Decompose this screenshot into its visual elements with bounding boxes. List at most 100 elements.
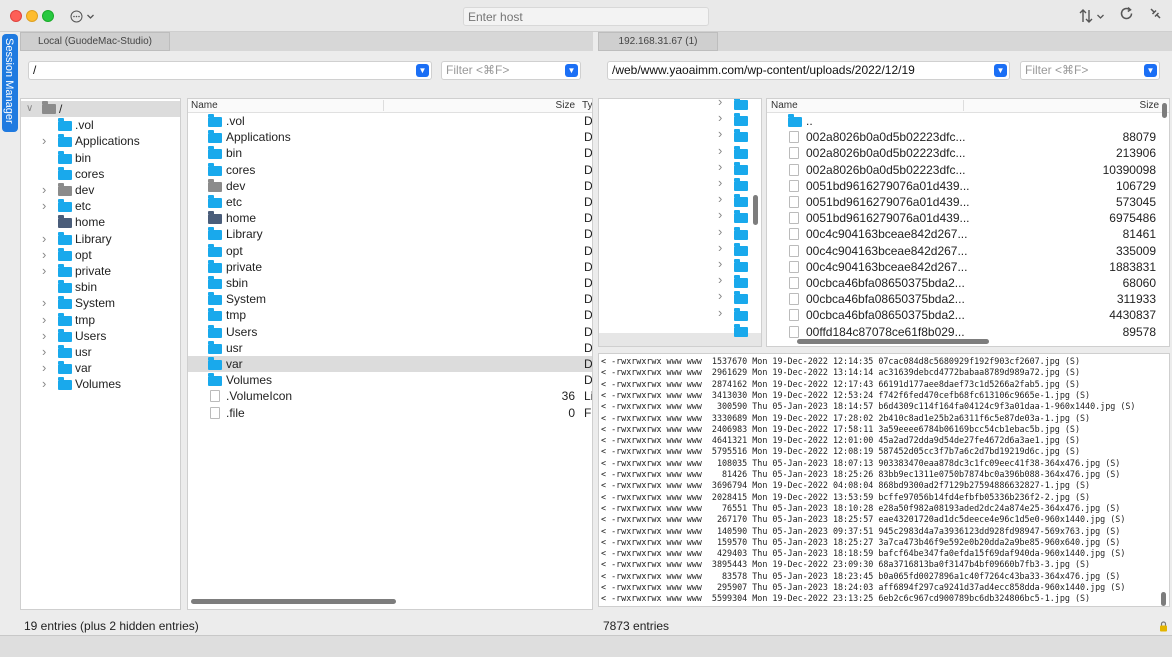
tree-item[interactable]: › Volumes: [21, 376, 180, 392]
file-row[interactable]: 00cbca46bfa08650375bda2... 4430837: [767, 307, 1169, 323]
folder-icon[interactable]: [734, 291, 748, 305]
column-header-size[interactable]: Size: [1119, 99, 1159, 112]
chevron-right-icon[interactable]: ›: [42, 247, 46, 263]
chevron-right-icon[interactable]: ›: [718, 143, 722, 158]
file-row[interactable]: Volumes D: [188, 372, 592, 388]
tree-item[interactable]: › usr: [21, 344, 180, 360]
chevron-right-icon[interactable]: ›: [42, 295, 46, 311]
file-row[interactable]: home D: [188, 210, 592, 226]
folder-icon[interactable]: [734, 307, 748, 321]
folder-icon[interactable]: [734, 178, 748, 191]
file-row[interactable]: private D: [188, 259, 592, 275]
folder-icon[interactable]: [734, 259, 748, 272]
vertical-scrollbar[interactable]: [1161, 592, 1166, 606]
chevron-right-icon[interactable]: ›: [42, 133, 46, 149]
file-row[interactable]: 00c4c904163bceae842d267... 335009: [767, 243, 1169, 259]
tree-item[interactable]: home: [21, 214, 180, 230]
vertical-scrollbar[interactable]: [753, 195, 758, 225]
chevron-right-icon[interactable]: ›: [718, 288, 722, 303]
chevron-down-icon[interactable]: ▼: [416, 64, 429, 77]
file-row[interactable]: tmp D: [188, 307, 592, 323]
file-row[interactable]: 0051bd9616279076a01d439... 573045: [767, 194, 1169, 210]
chevron-down-icon[interactable]: ∨: [26, 101, 33, 117]
horizontal-scrollbar[interactable]: [797, 339, 989, 344]
file-row[interactable]: opt D: [188, 243, 592, 259]
folder-icon[interactable]: [734, 323, 748, 337]
tree-item[interactable]: › tmp: [21, 312, 180, 328]
tree-item[interactable]: › var: [21, 360, 180, 376]
chevron-right-icon[interactable]: ›: [42, 231, 46, 247]
file-row[interactable]: 002a8026b0a0d5b02223dfc... 88079: [767, 129, 1169, 145]
file-row[interactable]: .file 0 Fi: [188, 405, 592, 421]
tree-item[interactable]: .vol: [21, 117, 180, 133]
chevron-right-icon[interactable]: ›: [42, 312, 46, 328]
chevron-right-icon[interactable]: ›: [718, 191, 722, 206]
connect-button[interactable]: [1148, 6, 1163, 26]
file-row[interactable]: .vol D: [188, 113, 592, 129]
chevron-right-icon[interactable]: ›: [718, 99, 722, 109]
refresh-button[interactable]: [1119, 6, 1134, 26]
chevron-down-icon[interactable]: ▼: [1144, 64, 1157, 77]
transfer-log[interactable]: < -rwxrwxrwx www www 1537670 Mon 19-Dec-…: [598, 353, 1170, 607]
chevron-right-icon[interactable]: ›: [718, 159, 722, 174]
horizontal-scrollbar[interactable]: [191, 599, 396, 604]
column-header-name[interactable]: Name: [191, 99, 218, 112]
chevron-right-icon[interactable]: ›: [718, 224, 722, 239]
file-row[interactable]: 002a8026b0a0d5b02223dfc... 213906: [767, 145, 1169, 161]
tree-item[interactable]: › opt: [21, 247, 180, 263]
column-divider[interactable]: [963, 100, 964, 111]
remote-file-list[interactable]: Name Size .. 002a8026b0a0d5b02223dfc... 88…: [766, 98, 1170, 347]
chevron-right-icon[interactable]: ›: [42, 198, 46, 214]
tree-item[interactable]: › etc: [21, 198, 180, 214]
actions-menu-button[interactable]: [70, 7, 98, 25]
tree-item[interactable]: cores: [21, 166, 180, 182]
chevron-right-icon[interactable]: ›: [42, 263, 46, 279]
chevron-right-icon[interactable]: ›: [42, 328, 46, 344]
folder-icon[interactable]: [734, 145, 748, 159]
chevron-right-icon[interactable]: ›: [42, 182, 46, 198]
tree-item[interactable]: › System: [21, 295, 180, 311]
folder-icon[interactable]: [734, 275, 748, 289]
tree-item[interactable]: › Users: [21, 328, 180, 344]
folder-icon[interactable]: [734, 99, 748, 110]
file-row[interactable]: cores D: [188, 162, 592, 178]
tab-remote[interactable]: 192.168.31.67 (1): [598, 32, 718, 51]
file-row[interactable]: sbin D: [188, 275, 592, 291]
folder-icon[interactable]: [734, 161, 748, 175]
file-row[interactable]: .VolumeIcon 36 Li: [188, 388, 592, 404]
chevron-right-icon[interactable]: ›: [42, 360, 46, 376]
column-header-type[interactable]: Ty: [582, 99, 592, 112]
chevron-right-icon[interactable]: ›: [718, 207, 722, 222]
file-row[interactable]: 00cbca46bfa08650375bda2... 68060: [767, 275, 1169, 291]
transfer-mode-button[interactable]: [1079, 6, 1105, 26]
chevron-right-icon[interactable]: ›: [718, 305, 722, 320]
file-row[interactable]: Users D: [188, 324, 592, 340]
tree-item[interactable]: › private: [21, 263, 180, 279]
remote-filter-input[interactable]: Filter <⌘F> ▼: [1020, 61, 1160, 80]
tree-item[interactable]: sbin: [21, 279, 180, 295]
remote-directory-tree[interactable]: › › › › › › › › › › › › › ›: [598, 98, 762, 347]
local-directory-tree[interactable]: ∨ / .vol › Applications bin cores › dev › etc home ›…: [20, 98, 181, 610]
chevron-right-icon[interactable]: ›: [718, 272, 722, 287]
file-row[interactable]: Library D: [188, 226, 592, 242]
session-manager-tab[interactable]: Session Manager: [2, 34, 18, 132]
chevron-right-icon[interactable]: ›: [718, 175, 722, 190]
folder-icon[interactable]: [734, 210, 748, 224]
file-row[interactable]: ..: [767, 113, 1169, 129]
local-filter-input[interactable]: Filter <⌘F> ▼: [441, 61, 581, 80]
folder-icon[interactable]: [734, 226, 748, 240]
folder-icon[interactable]: [734, 113, 748, 127]
folder-icon[interactable]: [734, 129, 748, 143]
tree-item[interactable]: ∨ /: [21, 101, 180, 117]
file-row[interactable]: 00c4c904163bceae842d267... 1883831: [767, 259, 1169, 275]
file-row[interactable]: 0051bd9616279076a01d439... 106729: [767, 178, 1169, 194]
zoom-window-button[interactable]: [42, 10, 54, 22]
file-row[interactable]: var D: [188, 356, 592, 372]
chevron-right-icon[interactable]: ›: [42, 344, 46, 360]
host-input[interactable]: [463, 7, 709, 26]
tab-local[interactable]: Local (GuodeMac-Studio): [20, 32, 170, 51]
chevron-down-icon[interactable]: ▼: [565, 64, 578, 77]
folder-icon[interactable]: [734, 242, 748, 256]
file-row[interactable]: 0051bd9616279076a01d439... 6975486: [767, 210, 1169, 226]
minimize-window-button[interactable]: [26, 10, 38, 22]
